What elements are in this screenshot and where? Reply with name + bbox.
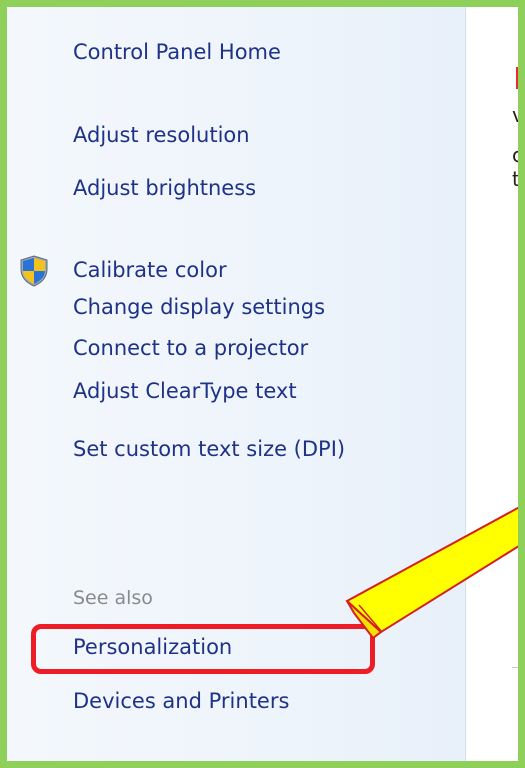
set-custom-text-size-link[interactable]: Set custom text size (DPI) <box>73 436 345 462</box>
sidebar: Control Panel Home Adjust resolution Adj… <box>7 7 465 761</box>
main-separator <box>512 667 518 668</box>
adjust-cleartype-text-link[interactable]: Adjust ClearType text <box>73 378 297 404</box>
devices-and-printers-link[interactable]: Devices and Printers <box>73 688 289 714</box>
highlight-box <box>31 624 375 674</box>
connect-to-projector-link[interactable]: Connect to a projector <box>73 335 308 361</box>
see-also-heading: See also <box>73 587 153 609</box>
control-panel-home-link[interactable]: Control Panel Home <box>73 39 281 65</box>
adjust-resolution-link[interactable]: Adjust resolution <box>73 122 250 148</box>
main-title-fragment <box>516 67 518 89</box>
main-text-fragment-1: v <box>512 103 524 127</box>
uac-shield-icon <box>20 255 48 287</box>
change-display-settings-link[interactable]: Change display settings <box>73 294 325 320</box>
main-text-fragment-2: c <box>512 143 523 167</box>
main-text-fragment-3: t <box>512 167 520 191</box>
calibrate-color-link[interactable]: Calibrate color <box>73 257 227 283</box>
window-frame: Control Panel Home Adjust resolution Adj… <box>0 0 525 768</box>
adjust-brightness-link[interactable]: Adjust brightness <box>73 175 256 201</box>
